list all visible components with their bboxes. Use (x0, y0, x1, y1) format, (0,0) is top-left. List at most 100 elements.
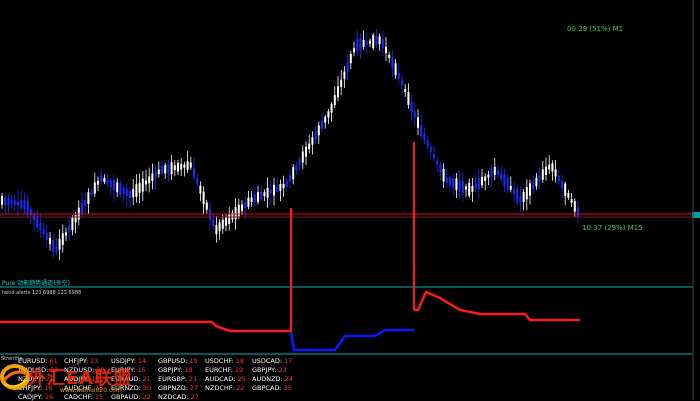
candle-body (276, 185, 279, 192)
candle-body (164, 165, 167, 174)
candle-body (401, 79, 403, 86)
candle-body (212, 219, 215, 226)
candle-body (49, 237, 51, 245)
candle-body (554, 169, 557, 177)
pair-strength-value: 22 (236, 384, 245, 392)
candle-body (119, 183, 122, 195)
candle-body (247, 197, 250, 207)
candle-body (218, 222, 221, 232)
candle-body (93, 182, 96, 194)
candle-body (145, 180, 147, 185)
candle-body (557, 175, 560, 182)
pair-strength-value: 19 (234, 366, 244, 374)
candle-body (423, 133, 426, 141)
candle-body (199, 185, 202, 194)
candle-body (413, 111, 416, 118)
candle-body (266, 188, 269, 198)
candle-body (365, 41, 368, 45)
candle-body (407, 92, 410, 105)
candle-body (148, 176, 151, 184)
candle-body (509, 185, 512, 190)
candle-body (545, 166, 547, 175)
candle-body (36, 215, 39, 228)
candle-body (26, 200, 29, 214)
candle-body (353, 48, 355, 53)
pair-strength-value: 21 (189, 375, 198, 383)
candle-body (84, 201, 87, 206)
candle-body (285, 180, 288, 187)
indicator-bear-segment-1 (0, 320, 291, 333)
indicator-bull-segment (289, 328, 414, 352)
candle-body (538, 175, 541, 182)
candle-body (500, 173, 503, 180)
candle-body (535, 177, 538, 187)
pair-strength-value: 17 (284, 357, 293, 365)
strength-pair: AUDNZD: 24 (252, 375, 293, 383)
candle-body (13, 200, 16, 206)
candle-body (138, 182, 141, 193)
pair-strength-value: 35 (283, 384, 292, 392)
candle-body (369, 40, 371, 44)
candle-body (465, 186, 467, 190)
candle-body (257, 192, 259, 202)
candle-body (7, 197, 10, 206)
candle-body (468, 182, 471, 196)
candle-body (410, 101, 413, 112)
candle-body (193, 167, 195, 178)
candle-body (205, 202, 208, 210)
candle-body (279, 184, 282, 191)
candle-body (497, 170, 499, 175)
candle-body (577, 207, 579, 217)
candle-body (385, 46, 387, 54)
candle-body (228, 213, 231, 224)
candle-body (477, 178, 480, 190)
candle-body (388, 54, 391, 58)
candle-body (87, 192, 90, 205)
candle-body (269, 189, 272, 194)
candle-body (525, 187, 528, 200)
candle-body (132, 189, 135, 198)
strength-pair: USDCHF: 18 (205, 357, 244, 365)
candle-body (17, 201, 19, 206)
candle-body (449, 177, 451, 186)
pair-name: GBPCAD: (252, 384, 282, 392)
candle-body (327, 111, 330, 118)
strength-pair: EURCHF: 19 (205, 366, 243, 374)
candle-body (362, 39, 365, 47)
candle-body (180, 163, 183, 170)
strength-pair: GBPNZD: 27 (158, 384, 198, 392)
candle-body (106, 179, 109, 184)
candle-body (65, 232, 67, 236)
pair-name: AUDCAD: (205, 375, 236, 383)
pair-strength-value: 24 (284, 375, 294, 383)
candle-body (122, 187, 125, 194)
candle-body (378, 36, 381, 45)
candle-body (564, 183, 567, 196)
candle-body (100, 174, 103, 182)
candle-body (103, 177, 106, 183)
candle-body (394, 63, 397, 76)
pair-name: USDCHF: (205, 357, 234, 365)
candle-body (324, 116, 327, 123)
candle-body (433, 153, 435, 159)
candle-body (177, 162, 179, 172)
candle-body (263, 192, 266, 197)
price-chart[interactable] (0, 0, 700, 400)
candle-body (273, 184, 275, 196)
candle-body (161, 165, 163, 174)
pair-name: GBPUSD: (158, 357, 188, 365)
pair-strength-value: 18 (235, 357, 245, 365)
candle-body (372, 35, 375, 49)
m15-bar-timer: 10:37 (29%) M15 (582, 224, 643, 232)
orange-swirl-logo-icon (0, 364, 30, 390)
candle-body (529, 183, 531, 196)
candle-body (452, 178, 455, 188)
candle-body (196, 178, 199, 185)
candle-body (519, 195, 522, 203)
indicator-bear-segment-2 (414, 290, 580, 322)
strength-pair: NZDCHF: 22 (205, 384, 244, 392)
candle-body (151, 173, 154, 181)
pair-strength-value: 27 (189, 384, 199, 392)
candle-body (260, 191, 263, 200)
candle-body (503, 173, 506, 187)
